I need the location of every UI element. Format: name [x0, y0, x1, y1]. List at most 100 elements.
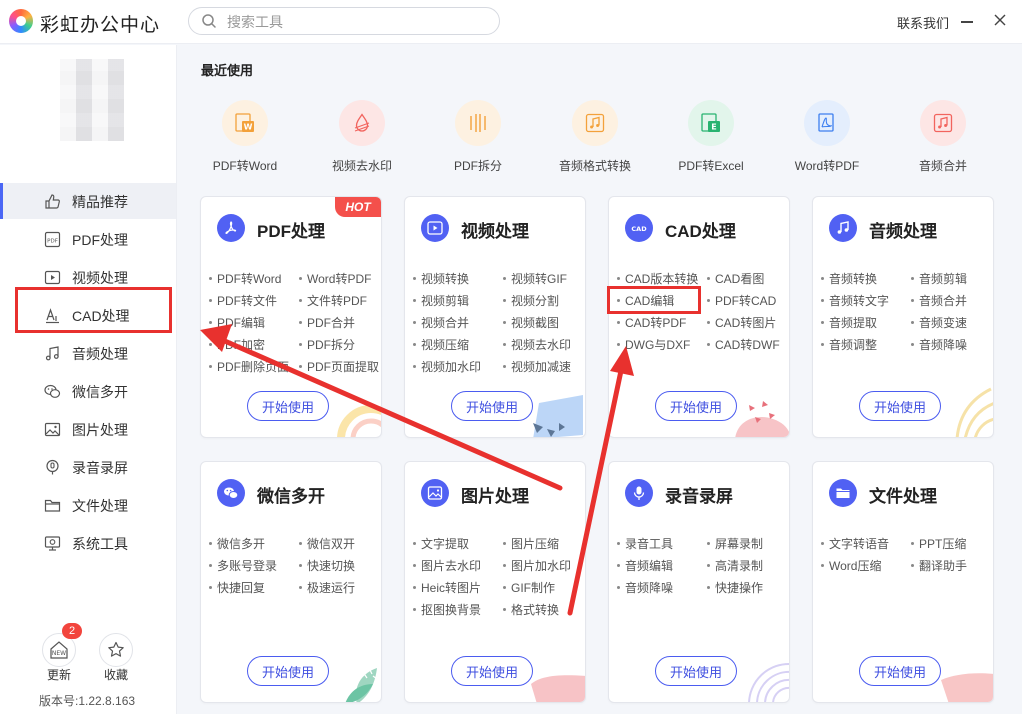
feature-cutout-background[interactable]: 抠图换背景 [413, 601, 481, 618]
feature-text-extract[interactable]: 文字提取 [413, 535, 469, 552]
feature-video-add-watermark[interactable]: 视频加水印 [413, 358, 481, 375]
recent-item-audio-merge[interactable]: 音频合并 [888, 98, 998, 178]
feature-cad-to-image[interactable]: CAD转图片 [707, 314, 776, 331]
feature-video-split[interactable]: 视频分割 [503, 292, 559, 309]
search-input[interactable] [227, 12, 477, 32]
feature-audio-denoise[interactable]: 音频降噪 [617, 579, 673, 596]
feature-video-convert[interactable]: 视频转换 [413, 270, 469, 287]
sidebar-item-recommended[interactable]: 精品推荐 [0, 183, 176, 219]
close-icon[interactable] [990, 10, 1010, 30]
start-button[interactable]: 开始使用 [451, 656, 533, 686]
feature-recording-tool[interactable]: 录音工具 [617, 535, 673, 552]
recent-item-audio-convert[interactable]: 音频格式转换 [540, 98, 650, 178]
feature-image-remove-watermark[interactable]: 图片去水印 [413, 557, 481, 574]
feature-pdf-merge[interactable]: PDF合并 [299, 314, 355, 331]
feature-image-add-watermark[interactable]: 图片加水印 [503, 557, 571, 574]
feature-pdf-to-cad[interactable]: PDF转CAD [707, 292, 776, 309]
sidebar-item-system-tools[interactable]: 系统工具 [0, 525, 176, 561]
feature-video-speed[interactable]: 视频加减速 [503, 358, 571, 375]
start-button[interactable]: 开始使用 [655, 391, 737, 421]
minimize-button[interactable] [958, 10, 976, 30]
feature-audio-edit[interactable]: 音频剪辑 [911, 270, 967, 287]
feature-pdf-encrypt[interactable]: PDF加密 [209, 336, 265, 353]
sidebar-item-files[interactable]: 文件处理 [0, 487, 176, 523]
start-button[interactable]: 开始使用 [247, 391, 329, 421]
feature-wechat-dual[interactable]: 微信双开 [299, 535, 355, 552]
recent-item-word-to-pdf[interactable]: Word转PDF [772, 98, 882, 178]
search-box[interactable] [188, 7, 500, 35]
feature-video-compress[interactable]: 视频压缩 [413, 336, 469, 353]
recent-item-pdf-to-excel[interactable]: E PDF转Excel [656, 98, 766, 178]
feature-format-convert[interactable]: 格式转换 [503, 601, 559, 618]
svg-text:E: E [711, 123, 716, 132]
feature-video-edit[interactable]: 视频剪辑 [413, 292, 469, 309]
feature-ppt-compress[interactable]: PPT压缩 [911, 535, 966, 552]
feature-cad-to-dwf[interactable]: CAD转DWF [707, 336, 780, 353]
feature-audio-denoise[interactable]: 音频降噪 [911, 336, 967, 353]
card-decoration [735, 401, 789, 437]
feature-audio-edit[interactable]: 音频编辑 [617, 557, 673, 574]
feature-video-remove-watermark[interactable]: 视频去水印 [503, 336, 571, 353]
feature-wechat-multi[interactable]: 微信多开 [209, 535, 265, 552]
sidebar-item-image[interactable]: 图片处理 [0, 411, 176, 447]
feature-cad-viewer[interactable]: CAD看图 [707, 270, 764, 287]
start-button[interactable]: 开始使用 [859, 391, 941, 421]
recent-item-label: 视频去水印 [331, 159, 392, 173]
recent-item-pdf-to-word[interactable]: W PDF转Word [190, 98, 300, 178]
favorites-button[interactable] [99, 633, 133, 667]
feature-video-screenshot[interactable]: 视频截图 [503, 314, 559, 331]
sidebar-item-recording[interactable]: 录音录屏 [0, 449, 176, 485]
start-button[interactable]: 开始使用 [655, 656, 737, 686]
feature-file-to-pdf[interactable]: 文件转PDF [299, 292, 367, 309]
feature-audio-extract[interactable]: 音频提取 [821, 314, 877, 331]
recent-item-video-watermark[interactable]: 视频去水印 [307, 98, 417, 178]
feature-cad-edit[interactable]: CAD编辑 [617, 292, 674, 309]
start-button[interactable]: 开始使用 [859, 656, 941, 686]
feature-word-to-pdf[interactable]: Word转PDF [299, 270, 371, 287]
feature-fast-run[interactable]: 极速运行 [299, 579, 355, 596]
start-button[interactable]: 开始使用 [451, 391, 533, 421]
start-button[interactable]: 开始使用 [247, 656, 329, 686]
feature-image-compress[interactable]: 图片压缩 [503, 535, 559, 552]
feature-translate-assistant[interactable]: 翻译助手 [911, 557, 967, 574]
feature-heic-to-image[interactable]: Heic转图片 [413, 579, 481, 596]
feature-audio-to-text[interactable]: 音频转文字 [821, 292, 889, 309]
feature-cad-version-convert[interactable]: CAD版本转换 [617, 270, 698, 287]
avatar[interactable] [60, 59, 124, 141]
sidebar-item-audio[interactable]: 音频处理 [0, 335, 176, 371]
feature-audio-adjust[interactable]: 音频调整 [821, 336, 877, 353]
feature-pdf-edit[interactable]: PDF编辑 [209, 314, 265, 331]
feature-pdf-delete-pages[interactable]: PDF删除页面 [209, 358, 289, 375]
feature-video-merge[interactable]: 视频合并 [413, 314, 469, 331]
feature-pdf-extract-pages[interactable]: PDF页面提取 [299, 358, 379, 375]
feature-audio-merge[interactable]: 音频合并 [911, 292, 967, 309]
feature-multi-account-login[interactable]: 多账号登录 [209, 557, 277, 574]
feature-pdf-split[interactable]: PDF拆分 [299, 336, 355, 353]
feature-audio-speed[interactable]: 音频变速 [911, 314, 967, 331]
card-pdf: HOT PDF处理 PDF转Word Word转PDF PDF转文件 文件转PD… [200, 196, 382, 438]
sidebar-item-wechat[interactable]: 微信多开 [0, 373, 176, 409]
feature-audio-convert[interactable]: 音频转换 [821, 270, 877, 287]
feature-video-to-gif[interactable]: 视频转GIF [503, 270, 567, 287]
monitor-icon [44, 536, 61, 551]
feature-cad-to-pdf[interactable]: CAD转PDF [617, 314, 686, 331]
sidebar-item-pdf[interactable]: PDF PDF处理 [0, 221, 176, 257]
sidebar-item-cad[interactable]: CAD处理 [0, 297, 176, 333]
feature-hd-record[interactable]: 高清录制 [707, 557, 763, 574]
feature-pdf-to-word[interactable]: PDF转Word [209, 270, 281, 287]
feature-quick-switch[interactable]: 快速切换 [299, 557, 355, 574]
feature-gif-maker[interactable]: GIF制作 [503, 579, 555, 596]
feature-pdf-to-file[interactable]: PDF转文件 [209, 292, 277, 309]
feature-quick-reply[interactable]: 快捷回复 [209, 579, 265, 596]
contact-us-link[interactable]: 联系我们 [897, 13, 949, 32]
sidebar-item-video[interactable]: 视频处理 [0, 259, 176, 295]
sidebar-item-label: 图片处理 [72, 422, 128, 438]
feature-dwg-dxf[interactable]: DWG与DXF [617, 336, 690, 353]
feature-text-to-speech[interactable]: 文字转语音 [821, 535, 889, 552]
hot-badge: HOT [335, 197, 381, 217]
feature-quick-operation[interactable]: 快捷操作 [707, 579, 763, 596]
svg-text:W: W [244, 123, 253, 132]
feature-word-compress[interactable]: Word压缩 [821, 557, 881, 574]
feature-screen-record[interactable]: 屏幕录制 [707, 535, 763, 552]
recent-item-pdf-split[interactable]: PDF拆分 [423, 98, 533, 178]
